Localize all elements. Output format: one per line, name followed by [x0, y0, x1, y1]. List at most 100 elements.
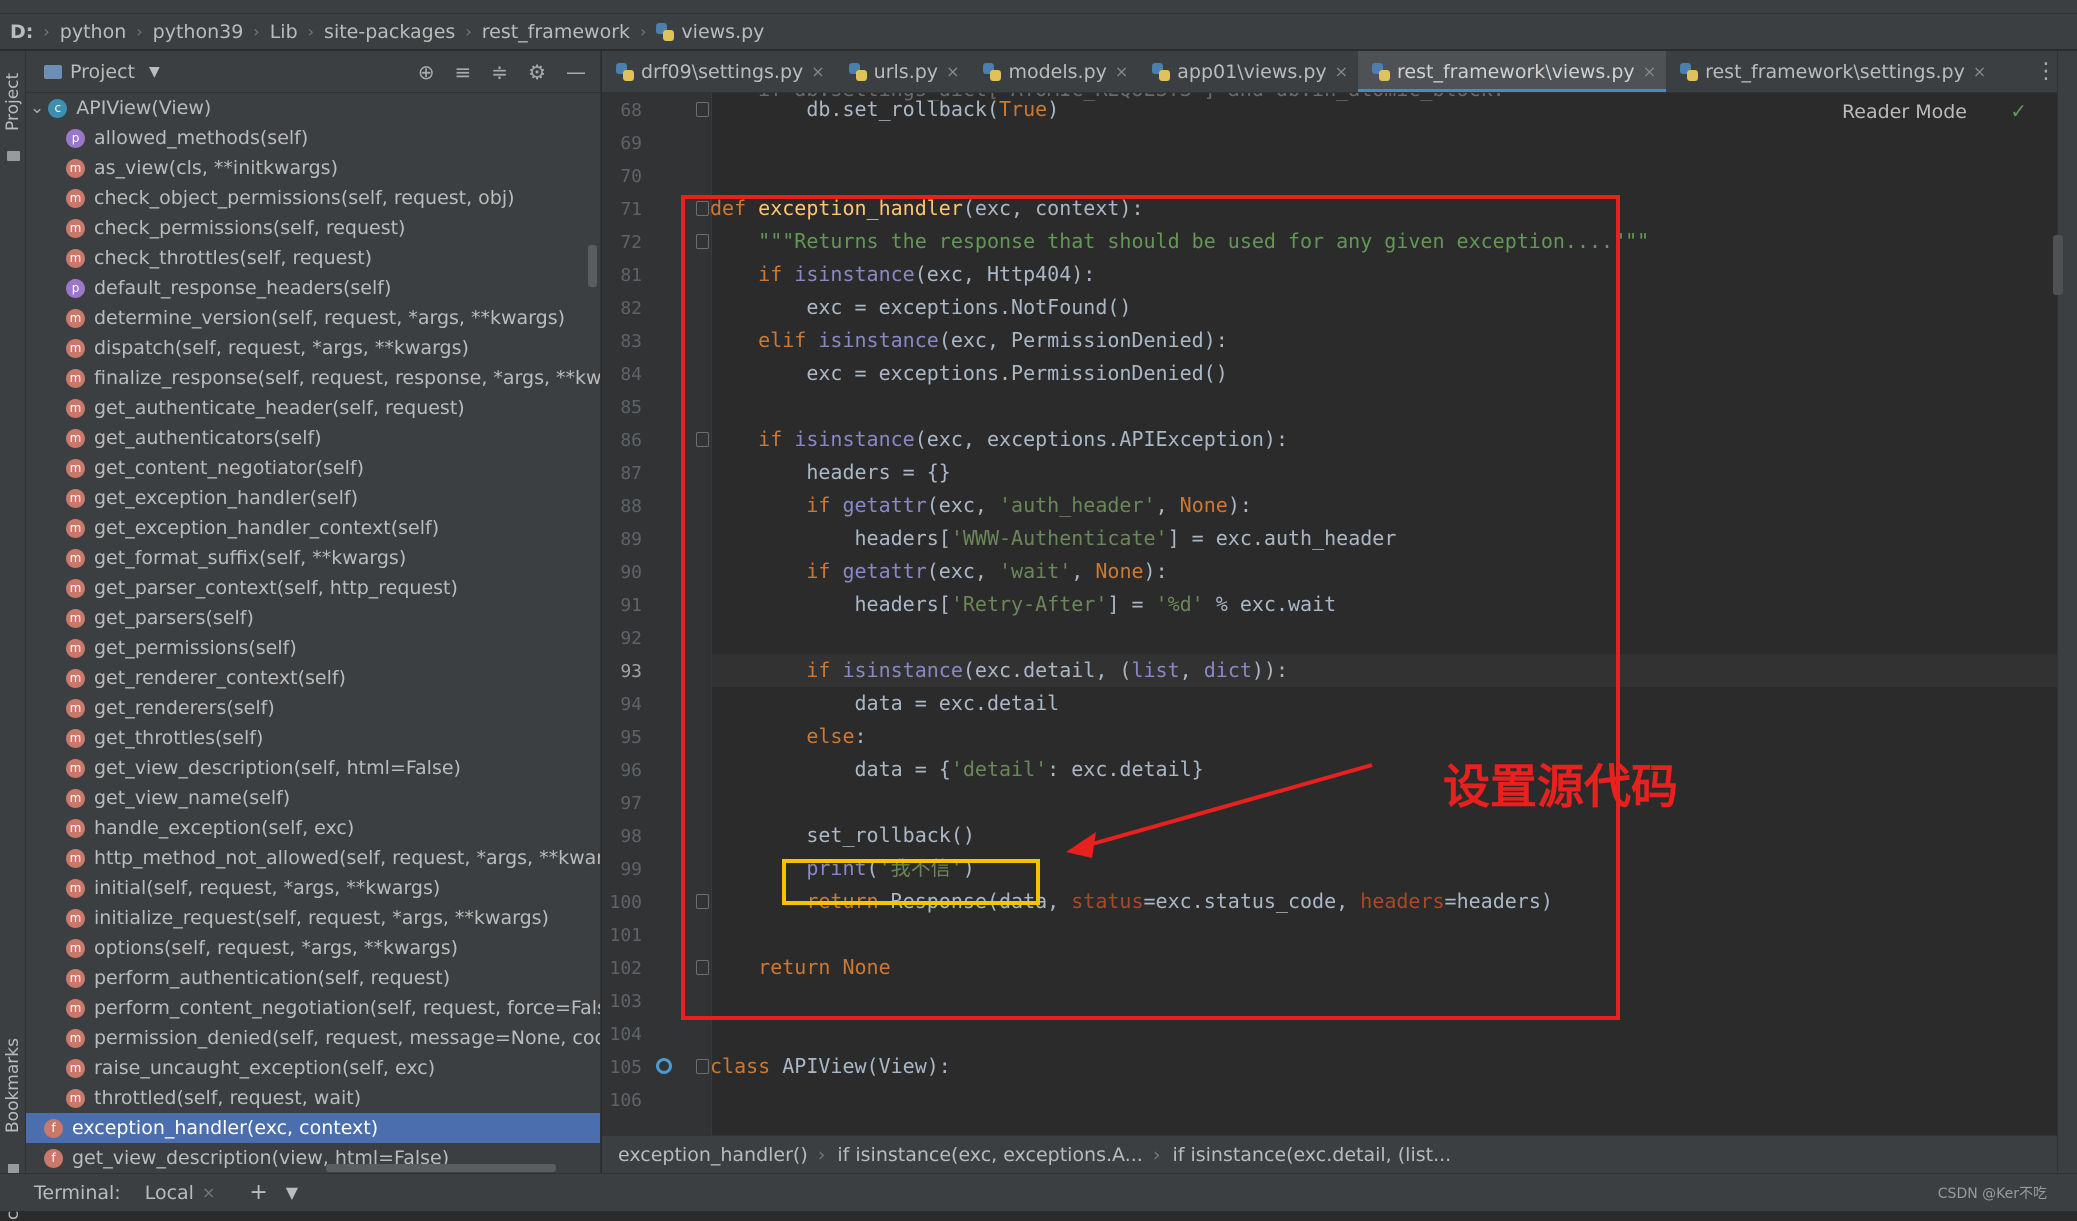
- minimize-icon[interactable]: —: [566, 60, 586, 84]
- chevron-down-icon[interactable]: ⌄: [30, 98, 44, 118]
- tree-item[interactable]: m get_exception_handler_context(self): [26, 513, 600, 543]
- method-icon: m: [66, 608, 85, 628]
- editor-tab[interactable]: rest_framework\views.py ×: [1358, 51, 1667, 92]
- close-icon[interactable]: ×: [1973, 62, 1986, 81]
- gear-icon[interactable]: ⚙: [528, 60, 546, 84]
- tree-item[interactable]: ⌄ c APIView(View): [26, 93, 600, 123]
- line-number: 91: [620, 595, 642, 616]
- breadcrumb-item[interactable]: rest_framework: [482, 21, 630, 43]
- tree-item[interactable]: m raise_uncaught_exception(self, exc): [26, 1053, 600, 1083]
- method-icon: m: [66, 1058, 85, 1078]
- tree-item[interactable]: m handle_exception(self, exc): [26, 813, 600, 843]
- method-icon: m: [66, 1028, 85, 1048]
- breadcrumb-item[interactable]: site-packages: [324, 21, 455, 43]
- tree-item[interactable]: f exception_handler(exc, context): [26, 1113, 600, 1143]
- tree-item[interactable]: p default_response_headers(self): [26, 273, 600, 303]
- method-icon: m: [66, 518, 85, 538]
- locate-icon[interactable]: ⊕: [418, 60, 435, 84]
- tab-label: urls.py: [873, 60, 939, 83]
- tree-item[interactable]: m get_format_suffix(self, **kwargs): [26, 543, 600, 573]
- tree-item[interactable]: m initialize_request(self, request, *args…: [26, 903, 600, 933]
- tree-item[interactable]: m throttled(self, request, wait): [26, 1083, 600, 1113]
- close-icon[interactable]: ×: [1115, 62, 1128, 81]
- editor-scrollbar[interactable]: [2053, 235, 2063, 295]
- tree-item[interactable]: m perform_content_negotiation(self, reque…: [26, 993, 600, 1023]
- chevron-down-icon[interactable]: ▼: [286, 1183, 298, 1202]
- tree-item[interactable]: m get_renderers(self): [26, 693, 600, 723]
- tree-item[interactable]: m options(self, request, *args, **kwargs): [26, 933, 600, 963]
- tree-item[interactable]: m get_parsers(self): [26, 603, 600, 633]
- close-icon[interactable]: ×: [1643, 62, 1656, 81]
- tree-item[interactable]: m get_content_negotiator(self): [26, 453, 600, 483]
- tree-item-label: check_object_permissions(self, request, …: [94, 187, 515, 209]
- breadcrumb-item[interactable]: views.py: [681, 21, 764, 43]
- terminal-tab-local[interactable]: Local: [145, 1182, 194, 1204]
- tree-item[interactable]: m get_parser_context(self, http_request): [26, 573, 600, 603]
- tab-label: drf09\settings.py: [641, 60, 804, 83]
- fold-marker-icon[interactable]: [696, 102, 709, 117]
- tree-item[interactable]: m finalize_response(self, request, respon…: [26, 363, 600, 393]
- tree-item[interactable]: m get_authenticate_header(self, request): [26, 393, 600, 423]
- python-file-icon: [616, 62, 634, 81]
- tree-item[interactable]: m check_permissions(self, request): [26, 213, 600, 243]
- tree-item[interactable]: m get_authenticators(self): [26, 423, 600, 453]
- line-number: 105: [609, 1057, 642, 1078]
- line-number: 87: [620, 463, 642, 484]
- highlight-box-print: [782, 859, 1040, 905]
- breadcrumb-item[interactable]: python39: [153, 21, 244, 43]
- code-breadcrumb-item[interactable]: exception_handler(): [618, 1144, 808, 1166]
- add-terminal-icon[interactable]: +: [249, 1180, 267, 1205]
- function-icon: f: [44, 1148, 63, 1168]
- tree-item-label: handle_exception(self, exc): [94, 817, 355, 839]
- project-tool-tab[interactable]: Project: [0, 57, 26, 147]
- close-icon[interactable]: ×: [202, 1183, 215, 1202]
- fold-marker-icon[interactable]: [696, 1059, 709, 1074]
- editor-tab[interactable]: rest_framework\settings.py ×: [1666, 51, 1996, 92]
- tree-item[interactable]: m dispatch(self, request, *args, **kwargs…: [26, 333, 600, 363]
- expand-all-icon[interactable]: ≡: [455, 60, 472, 84]
- tree-item[interactable]: p allowed_methods(self): [26, 123, 600, 153]
- breadcrumb-item[interactable]: python: [60, 21, 126, 43]
- tree-item[interactable]: m get_exception_handler(self): [26, 483, 600, 513]
- editor-tab[interactable]: app01\views.py ×: [1138, 51, 1358, 92]
- reader-mode-button[interactable]: Reader Mode: [1842, 101, 1967, 123]
- close-icon[interactable]: ×: [1335, 62, 1348, 81]
- breadcrumb-item[interactable]: Lib: [270, 21, 298, 43]
- tree-item[interactable]: m get_renderer_context(self): [26, 663, 600, 693]
- tree-item[interactable]: m get_view_description(self, html=False): [26, 753, 600, 783]
- tree-item[interactable]: m get_permissions(self): [26, 633, 600, 663]
- editor-tab[interactable]: models.py ×: [969, 51, 1138, 92]
- breadcrumb-item[interactable]: D:: [10, 21, 33, 43]
- close-icon[interactable]: ×: [811, 62, 824, 81]
- tree-item[interactable]: m initial(self, request, *args, **kwargs): [26, 873, 600, 903]
- line-number: 89: [620, 529, 642, 550]
- bookmarks-tool-tab[interactable]: Bookmarks: [0, 1011, 26, 1161]
- method-icon: m: [66, 308, 85, 328]
- tree-item[interactable]: m get_throttles(self): [26, 723, 600, 753]
- terminal-label[interactable]: Terminal:: [34, 1182, 121, 1204]
- tree-scrollbar[interactable]: [588, 245, 597, 287]
- tab-label: app01\views.py: [1177, 60, 1327, 83]
- line-number: 92: [620, 628, 642, 649]
- editor-tab[interactable]: drf09\settings.py ×: [602, 51, 835, 92]
- tree-item[interactable]: m permission_denied(self, request, messag…: [26, 1023, 600, 1053]
- code-breadcrumb-item[interactable]: if isinstance(exc, exceptions.A...: [837, 1144, 1142, 1166]
- property-icon: p: [66, 128, 85, 148]
- tree-item[interactable]: m determine_version(self, request, *args,…: [26, 303, 600, 333]
- override-icon[interactable]: [656, 1058, 672, 1074]
- close-icon[interactable]: ×: [946, 62, 959, 81]
- tree-item-label: dispatch(self, request, *args, **kwargs): [94, 337, 469, 359]
- tree-item[interactable]: m check_throttles(self, request): [26, 243, 600, 273]
- collapse-all-icon[interactable]: ≑: [491, 60, 508, 84]
- tree-item[interactable]: m http_method_not_allowed(self, request, …: [26, 843, 600, 873]
- editor-tab[interactable]: urls.py ×: [835, 51, 970, 92]
- code-breadcrumb-item[interactable]: if isinstance(exc.detail, (list...: [1172, 1144, 1451, 1166]
- tree-item[interactable]: m as_view(cls, **initkwargs): [26, 153, 600, 183]
- tree-item[interactable]: m check_object_permissions(self, request,…: [26, 183, 600, 213]
- python-file-icon: [656, 22, 675, 41]
- tree-horizontal-scrollbar[interactable]: [326, 1164, 556, 1172]
- tree-item[interactable]: m perform_authentication(self, request): [26, 963, 600, 993]
- project-panel-title[interactable]: Project: [70, 61, 135, 83]
- tree-item[interactable]: m get_view_name(self): [26, 783, 600, 813]
- chevron-down-icon[interactable]: ▼: [149, 64, 160, 80]
